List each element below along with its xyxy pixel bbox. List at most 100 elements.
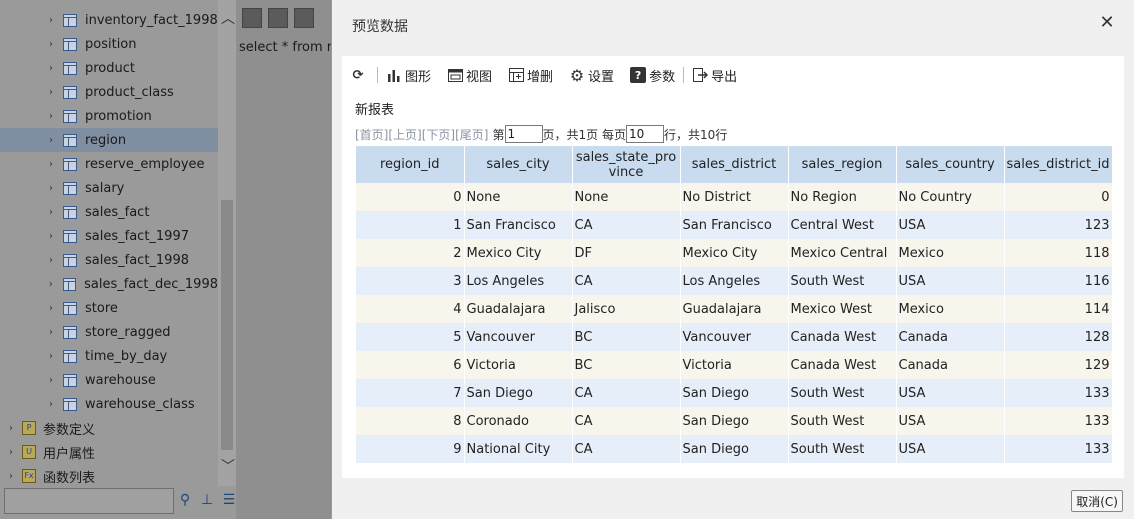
tree-item-table[interactable]: › warehouse_class: [0, 392, 218, 416]
column-header[interactable]: sales_district: [680, 146, 789, 183]
table-row[interactable]: 3 Los Angeles CA Los Angeles South West USA 11…: [356, 267, 1113, 295]
chevron-right-icon[interactable]: ›: [46, 279, 56, 290]
chevron-right-icon[interactable]: ›: [46, 207, 56, 218]
column-header[interactable]: region_id: [356, 146, 465, 183]
tree-item-table[interactable]: › position: [0, 32, 218, 56]
chevron-right-icon[interactable]: ›: [46, 39, 56, 50]
chevron-right-icon[interactable]: ›: [46, 183, 56, 194]
export-button[interactable]: 导出: [692, 66, 737, 85]
sql-text[interactable]: select * from re: [239, 40, 340, 55]
table-row[interactable]: 8 Coronado CA San Diego South West USA 133: [356, 407, 1113, 435]
tree-item-table[interactable]: › reserve_employee: [0, 152, 218, 176]
table-row[interactable]: 6 Victoria BC Victoria Canada West Canada 129: [356, 351, 1113, 379]
tree-item-folder[interactable]: › U 用户属性: [0, 440, 218, 464]
tree-search-input[interactable]: [4, 488, 174, 514]
table-cell: San Francisco: [680, 211, 789, 239]
view-button[interactable]: 视图: [447, 66, 492, 85]
settings-button[interactable]: ⚙ 设置: [569, 66, 614, 85]
add-delete-button[interactable]: 增删: [508, 66, 553, 85]
tree-item-table[interactable]: › sales_fact_dec_1998: [0, 272, 218, 296]
table-cell: San Diego: [680, 379, 789, 407]
tree-item-table[interactable]: › sales_fact_1998: [0, 248, 218, 272]
table-cell: 1: [356, 211, 465, 239]
column-header[interactable]: sales_country: [896, 146, 1005, 183]
tree-item-table[interactable]: › sales_fact: [0, 200, 218, 224]
save-icon[interactable]: [242, 8, 262, 28]
scroll-down-icon[interactable]: ﹀: [221, 456, 235, 476]
page-number-input[interactable]: [504, 125, 543, 143]
chevron-right-icon[interactable]: ›: [46, 63, 56, 74]
table-cell: CA: [572, 435, 681, 463]
tree-scrollbar[interactable]: ︿ ﹀: [218, 0, 236, 486]
column-header[interactable]: sales_region: [788, 146, 897, 183]
table-cell: Guadalajara: [680, 295, 789, 323]
table-row[interactable]: 9 National City CA San Diego South West USA 13…: [356, 435, 1113, 463]
chevron-right-icon[interactable]: ›: [46, 111, 56, 122]
prev-page-link[interactable]: [上页]: [388, 126, 421, 143]
params-button[interactable]: ? 参数: [630, 66, 675, 85]
next-page-link[interactable]: [下页]: [422, 126, 455, 143]
first-page-link[interactable]: [首页]: [355, 126, 388, 143]
chevron-right-icon[interactable]: ›: [46, 375, 56, 386]
dialog-body: ⟳ 图形 视图 增删 ⚙ 设置 ? 参数 导出 新报表 [首页] [上页] [下…: [342, 56, 1124, 478]
tree-item-label: product_class: [85, 84, 174, 100]
chevron-right-icon[interactable]: ›: [46, 351, 56, 362]
table-cell: Canada West: [788, 323, 897, 351]
table-cell: 129: [1004, 351, 1113, 379]
tree-item-table[interactable]: › sales_fact_1997: [0, 224, 218, 248]
save-as-icon[interactable]: [268, 8, 288, 28]
chevron-right-icon[interactable]: ›: [46, 399, 56, 410]
chart-button[interactable]: 图形: [386, 66, 431, 85]
table-row[interactable]: 0 None None No District No Region No Country 0: [356, 183, 1113, 211]
object-tree-panel: › inventory_fact_1998 › position › product › pr…: [0, 0, 236, 519]
table-cell: Vancouver: [464, 323, 573, 351]
tree-item-table[interactable]: › store: [0, 296, 218, 320]
last-page-link[interactable]: [尾页]: [455, 126, 488, 143]
table-cell: CA: [572, 379, 681, 407]
scroll-up-icon[interactable]: ︿: [221, 8, 235, 28]
column-header[interactable]: sales_city: [464, 146, 573, 183]
chevron-right-icon[interactable]: ›: [46, 15, 56, 26]
tree-item-folder[interactable]: › Fx 函数列表: [0, 464, 218, 486]
chevron-right-icon[interactable]: ›: [46, 303, 56, 314]
preview-toolbar: ⟳ 图形 视图 增删 ⚙ 设置 ? 参数 导出: [350, 64, 753, 86]
tree-item-table[interactable]: › region: [0, 128, 218, 152]
table-row[interactable]: 2 Mexico City DF Mexico City Mexico Central M…: [356, 239, 1113, 267]
tree-item-table[interactable]: › product: [0, 56, 218, 80]
tree-item-table[interactable]: › warehouse: [0, 368, 218, 392]
dialog-footer: 取消(C): [332, 482, 1134, 519]
table-row[interactable]: 1 San Francisco CA San Francisco Central Wes…: [356, 211, 1113, 239]
refresh-icon: ⟳: [352, 67, 364, 83]
chevron-right-icon[interactable]: ›: [46, 135, 56, 146]
tree-item-table[interactable]: › product_class: [0, 80, 218, 104]
tree-item-table[interactable]: › promotion: [0, 104, 218, 128]
column-header[interactable]: sales_state_province: [572, 146, 681, 183]
table-row[interactable]: 7 San Diego CA San Diego South West USA 133: [356, 379, 1113, 407]
close-icon[interactable]: ✕: [1097, 13, 1117, 33]
chevron-right-icon[interactable]: ›: [46, 159, 56, 170]
tree-item-table[interactable]: › salary: [0, 176, 218, 200]
chevron-right-icon[interactable]: ›: [46, 255, 56, 266]
chevron-right-icon[interactable]: ›: [6, 471, 16, 482]
chevron-right-icon[interactable]: ›: [6, 423, 16, 434]
tree-item-table[interactable]: › inventory_fact_1998: [0, 8, 218, 32]
chevron-right-icon[interactable]: ›: [6, 447, 16, 458]
tree-item-table[interactable]: › time_by_day: [0, 344, 218, 368]
tree-folder-label: 函数列表: [43, 470, 96, 486]
tree-item-folder[interactable]: › P 参数定义: [0, 416, 218, 440]
page-size-input[interactable]: [625, 125, 664, 143]
refresh-button[interactable]: ⟳: [350, 67, 369, 83]
table-row[interactable]: 4 Guadalajara Jalisco Guadalajara Mexico Wes…: [356, 295, 1113, 323]
scroll-thumb[interactable]: [221, 200, 233, 450]
cancel-button[interactable]: 取消(C): [1071, 490, 1123, 512]
chevron-right-icon[interactable]: ›: [46, 231, 56, 242]
tree-item-table[interactable]: › store_ragged: [0, 320, 218, 344]
chart-label: 图形: [405, 69, 432, 85]
hierarchy-icon[interactable]: ⊥: [198, 491, 216, 509]
chevron-right-icon[interactable]: ›: [46, 327, 56, 338]
chevron-right-icon[interactable]: ›: [46, 87, 56, 98]
search-icon[interactable]: ⚲: [176, 491, 194, 509]
editor-tool-icon[interactable]: [294, 8, 314, 28]
table-row[interactable]: 5 Vancouver BC Vancouver Canada West Canada 12…: [356, 323, 1113, 351]
column-header[interactable]: sales_district_id: [1004, 146, 1113, 183]
